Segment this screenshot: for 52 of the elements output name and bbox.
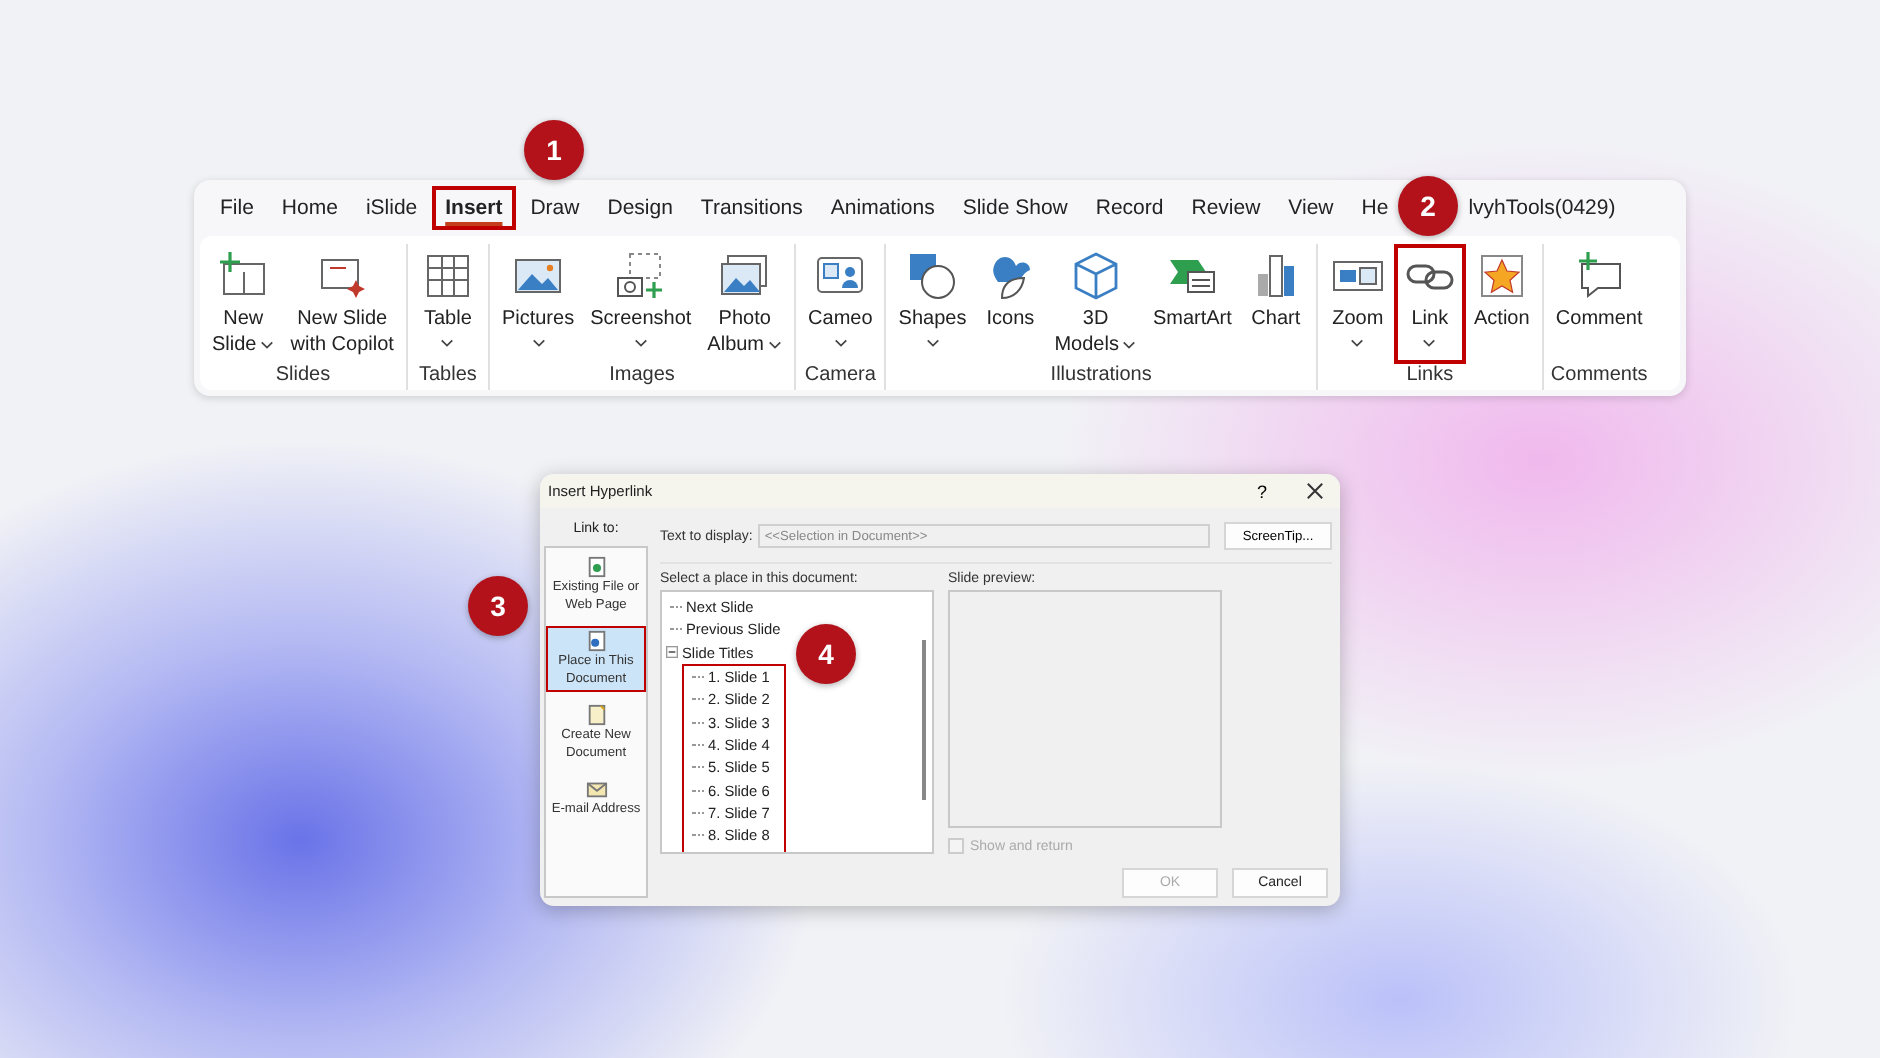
model-icon: [1069, 250, 1122, 302]
ribbon-button[interactable]: New Slide with Copilot: [282, 244, 402, 364]
group-label: Camera: [804, 364, 876, 390]
ribbon-tab[interactable]: Review: [1177, 186, 1275, 230]
screenshot-icon: [614, 250, 667, 302]
ribbon-button[interactable]: Zoom: [1321, 244, 1394, 364]
document-icon: [585, 556, 607, 578]
ribbon-button[interactable]: Photo Album: [699, 244, 791, 364]
ribbon-tab[interactable]: Insert: [431, 186, 517, 230]
ribbon-button[interactable]: 3D Models: [1046, 244, 1145, 364]
step-number-badge: 1: [524, 120, 584, 180]
group-label: Slides: [275, 364, 331, 390]
ribbon-button[interactable]: Link: [1393, 244, 1466, 364]
ribbon-tab[interactable]: Home: [267, 186, 352, 230]
ribbon-button[interactable]: SmartArt: [1144, 244, 1240, 364]
ribbon-button[interactable]: Icons: [974, 244, 1047, 364]
ribbon-tab[interactable]: iSlide: [351, 186, 432, 230]
group-label: Links: [1406, 364, 1454, 390]
document-icon: [585, 704, 607, 726]
ribbon-button[interactable]: Table: [411, 244, 484, 364]
ribbon-tab[interactable]: Transitions: [686, 186, 817, 230]
envelope-icon: [585, 778, 607, 800]
ribbon-button[interactable]: Shapes: [890, 244, 975, 364]
table-icon: [421, 250, 474, 302]
group-label: Illustrations: [1050, 364, 1152, 390]
ribbon-button[interactable]: New Slide: [204, 244, 283, 364]
action-icon: [1475, 250, 1528, 302]
ribbon-tab[interactable]: Design: [593, 186, 687, 230]
ribbon-button[interactable]: Comment: [1547, 244, 1651, 364]
ribbon-tab[interactable]: lvyhTools(0429): [1454, 186, 1630, 230]
shapes-icon: [906, 250, 959, 302]
help-button[interactable]: ?: [1236, 474, 1288, 508]
close-icon: [1305, 482, 1323, 500]
collapse-toggle-icon[interactable]: [666, 646, 678, 659]
ribbon-tab[interactable]: Slide Show: [948, 186, 1082, 230]
ribbon-tab[interactable]: He: [1347, 186, 1403, 230]
ribbon-tab[interactable]: Draw: [516, 186, 594, 230]
ribbon-button[interactable]: Pictures: [493, 244, 583, 364]
group-label: Tables: [419, 364, 477, 390]
document-icon: [585, 630, 607, 652]
ribbon-button[interactable]: Chart: [1239, 244, 1312, 364]
ribbon-button[interactable]: Screenshot: [582, 244, 700, 364]
ribbon-tab[interactable]: View: [1274, 186, 1348, 230]
ribbon-tab[interactable]: Animations: [816, 186, 949, 230]
ribbon-button[interactable]: Action: [1465, 244, 1538, 364]
group-label: Comments: [1550, 364, 1648, 390]
ribbon-button[interactable]: Cameo: [800, 244, 881, 364]
ribbon-tab[interactable]: Record: [1081, 186, 1178, 230]
step-number-badge: 3: [468, 576, 528, 636]
group-label: Images: [609, 364, 675, 390]
ribbon-tab[interactable]: File: [206, 186, 268, 230]
comment-icon: [1573, 250, 1626, 302]
